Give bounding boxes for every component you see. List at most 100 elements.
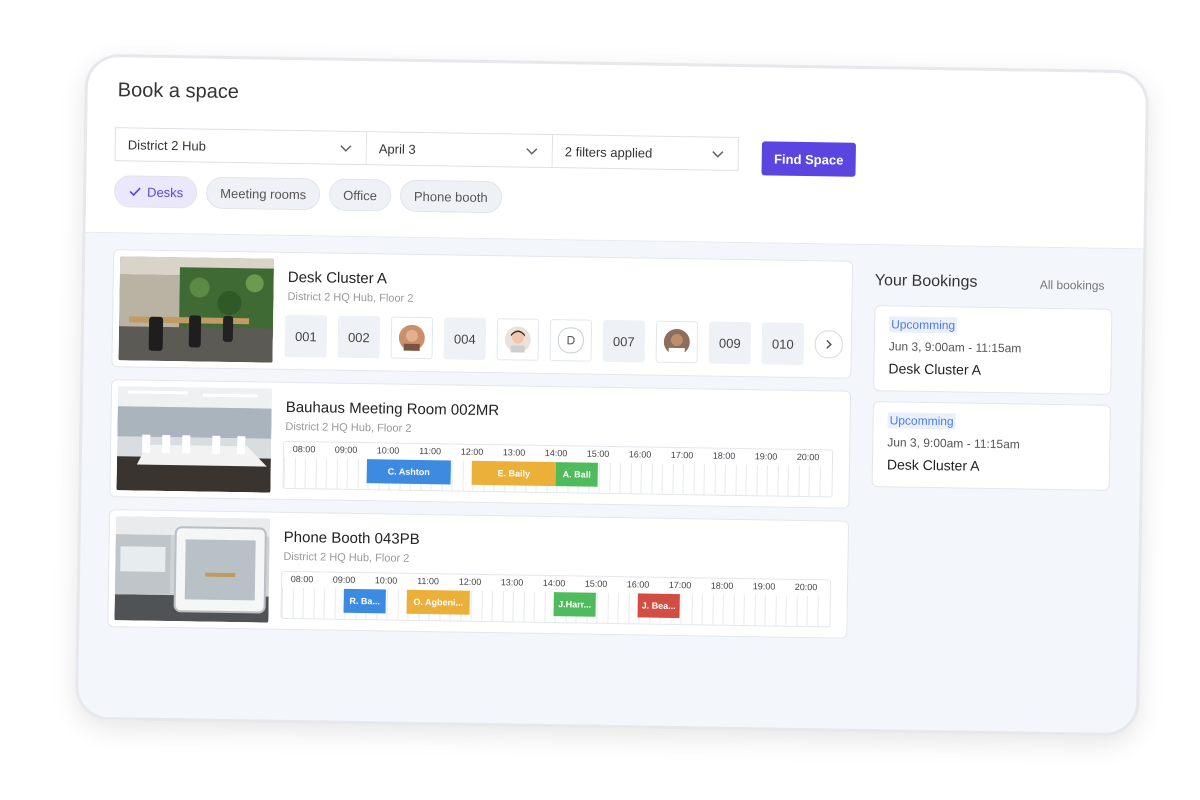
filters-select-value: 2 filters applied <box>564 143 653 161</box>
hour-label: 08:00 <box>290 573 314 585</box>
space-photo <box>118 256 275 363</box>
booking-timeline[interactable]: 08:00 09:00 10:00 11:00 12:00 13:00 14:00 15:00… <box>282 440 834 498</box>
seat-007[interactable]: 007 <box>602 319 646 363</box>
chevron-down-icon <box>526 148 538 155</box>
booking-time: Jun 3, 9:00am - 11:15am <box>888 339 1022 356</box>
hour-label: 10:00 <box>376 445 400 456</box>
hour-label: 18:00 <box>712 450 736 461</box>
space-photo <box>114 516 271 623</box>
booking-space: Desk Cluster A <box>888 360 982 378</box>
chip-desks[interactable]: Desks <box>113 175 198 209</box>
find-space-button[interactable]: Find Space <box>761 141 856 177</box>
avatar <box>504 326 531 353</box>
filter-bar: District 2 Hub April 3 2 filters applied <box>114 127 740 171</box>
space-card-phone-booth[interactable]: Phone Booth 043PB District 2 HQ Hub, Flo… <box>107 509 850 639</box>
booking-block[interactable]: A. Ball <box>555 462 598 487</box>
seat-occupied[interactable] <box>655 320 699 364</box>
chip-label: Phone booth <box>413 188 488 205</box>
next-seats-button[interactable] <box>814 330 844 359</box>
hour-label: 12:00 <box>458 576 482 587</box>
chevron-down-icon <box>712 151 724 158</box>
filters-select[interactable]: 2 filters applied <box>552 134 740 171</box>
chip-phone-booth[interactable]: Phone booth <box>399 179 502 214</box>
seat-001[interactable]: 001 <box>284 314 328 358</box>
seat-010[interactable]: 010 <box>761 322 805 366</box>
date-select-value: April 3 <box>378 140 416 157</box>
hour-label: 19:00 <box>754 451 778 462</box>
bookings-title: Your Bookings <box>874 272 978 291</box>
seat-list: 001 002 004 D 007 009 010 <box>284 314 844 366</box>
location-select[interactable]: District 2 Hub <box>114 127 368 166</box>
hour-label: 14:00 <box>544 447 568 459</box>
booking-timeline[interactable]: 08:00 09:00 10:00 11:00 12:00 13:00 14:00 15:00… <box>280 570 832 628</box>
booking-block[interactable]: E. Baily <box>471 460 556 487</box>
space-card-desk-cluster[interactable]: Desk Cluster A District 2 HQ Hub, Floor … <box>111 249 854 379</box>
chip-label: Office <box>343 187 378 203</box>
status-badge: Upcomming <box>887 412 956 430</box>
page-title: Book a space <box>117 79 240 104</box>
chevron-right-icon <box>826 339 832 349</box>
seat-009[interactable]: 009 <box>708 321 752 365</box>
booking-card[interactable]: Upcomming Jun 3, 9:00am - 11:15am Desk C… <box>873 305 1113 395</box>
space-card-meeting-room[interactable]: Bauhaus Meeting Room 002MR District 2 HQ… <box>109 379 852 509</box>
seat-d[interactable]: D <box>549 319 593 362</box>
hour-label: 14:00 <box>542 577 566 589</box>
hour-label: 12:00 <box>460 446 484 457</box>
space-name: Phone Booth 043PB <box>283 528 420 548</box>
hour-label: 13:00 <box>500 577 524 588</box>
space-location: District 2 HQ Hub, Floor 2 <box>283 550 410 565</box>
hour-label: 10:00 <box>374 575 398 586</box>
chip-label: Desks <box>147 184 184 200</box>
seat-occupied[interactable] <box>496 318 540 361</box>
hour-label: 19:00 <box>752 581 776 592</box>
seat-002[interactable]: 002 <box>337 315 381 359</box>
booking-block[interactable]: J. Bea... <box>637 593 680 619</box>
check-icon <box>129 187 141 197</box>
booking-card[interactable]: Upcomming Jun 3, 9:00am - 11:15am Desk C… <box>871 401 1111 491</box>
seat-004[interactable]: 004 <box>443 317 487 361</box>
hour-label: 17:00 <box>668 579 692 591</box>
hour-label: 20:00 <box>794 581 818 593</box>
time-slot[interactable] <box>818 466 831 497</box>
hour-label: 15:00 <box>584 578 608 589</box>
chevron-down-icon <box>340 145 352 152</box>
booking-block[interactable]: R. Ba... <box>343 588 386 614</box>
chip-meeting-rooms[interactable]: Meeting rooms <box>206 176 321 211</box>
booking-block[interactable]: J.Harr... <box>553 592 596 617</box>
hour-label: 11:00 <box>419 445 442 457</box>
space-location: District 2 HQ Hub, Floor 2 <box>285 420 412 435</box>
hour-label: 09:00 <box>334 444 358 456</box>
location-select-value: District 2 Hub <box>127 136 207 154</box>
status-badge: Upcomming <box>889 316 958 334</box>
space-location: District 2 HQ Hub, Floor 2 <box>287 290 414 305</box>
seat-initial: D <box>557 327 585 354</box>
all-bookings-link[interactable]: All bookings <box>1040 278 1105 293</box>
space-name: Bauhaus Meeting Room 002MR <box>285 398 500 420</box>
app-window: Book a space District 2 Hub April 3 2 fi… <box>74 53 1150 737</box>
booking-space: Desk Cluster A <box>886 456 980 474</box>
booking-time: Jun 3, 9:00am - 11:15am <box>887 435 1020 452</box>
seat-occupied[interactable] <box>390 316 434 360</box>
avatar <box>398 324 425 351</box>
space-name: Desk Cluster A <box>287 268 388 288</box>
chip-label: Meeting rooms <box>220 185 307 202</box>
hour-label: 17:00 <box>670 449 694 461</box>
hour-label: 09:00 <box>332 574 356 585</box>
booking-block[interactable]: O. Agbeni... <box>406 589 470 615</box>
time-slot[interactable] <box>816 596 829 627</box>
avatar <box>663 329 690 356</box>
hour-label: 20:00 <box>796 451 820 463</box>
hour-label: 11:00 <box>417 575 440 587</box>
chip-office[interactable]: Office <box>328 178 392 212</box>
search-header: Book a space District 2 Hub April 3 2 fi… <box>85 56 1147 250</box>
hour-label: 16:00 <box>626 579 650 590</box>
hour-label: 08:00 <box>292 443 316 455</box>
hour-label: 16:00 <box>628 449 652 460</box>
hour-label: 15:00 <box>586 448 610 459</box>
space-photo <box>116 386 273 493</box>
hour-label: 18:00 <box>710 580 734 591</box>
space-type-chips: Desks Meeting rooms Office Phone booth <box>113 175 502 214</box>
date-select[interactable]: April 3 <box>366 131 554 169</box>
hour-label: 13:00 <box>502 447 526 458</box>
booking-block[interactable]: C. Ashton <box>366 459 451 485</box>
